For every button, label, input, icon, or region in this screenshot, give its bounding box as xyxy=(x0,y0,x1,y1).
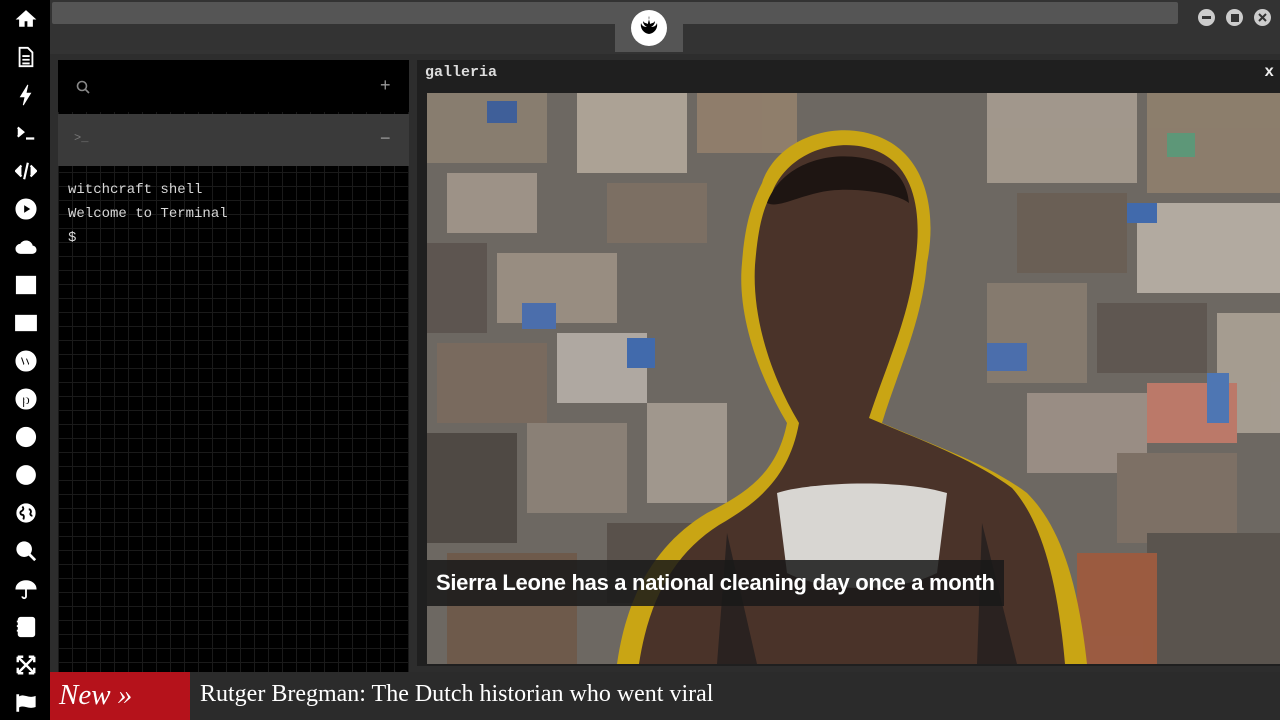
image-icon[interactable] xyxy=(13,272,39,298)
play-icon[interactable] xyxy=(13,196,39,222)
cloud-icon[interactable] xyxy=(13,234,39,260)
sidebar: W p xyxy=(0,0,50,720)
news-ticker: New » Rutger Bregman: The Dutch historia… xyxy=(50,672,1280,720)
document-icon[interactable] xyxy=(13,44,39,70)
news-headline[interactable]: Rutger Bregman: The Dutch historian who … xyxy=(200,672,713,720)
news-icon[interactable] xyxy=(13,310,39,336)
search-icon[interactable] xyxy=(13,538,39,564)
gallery-close-button[interactable]: x xyxy=(1264,63,1274,81)
gallery-title: galleria xyxy=(425,64,498,81)
flag-icon[interactable] xyxy=(13,690,39,716)
terminal-output[interactable]: witchcraft shell Welcome to Terminal $ xyxy=(68,178,228,250)
bolt-icon[interactable] xyxy=(13,82,39,108)
code-icon[interactable] xyxy=(13,158,39,184)
terminal-panel: + >_ − witchcraft shell Welcome to Termi… xyxy=(58,60,409,672)
globe-icon[interactable] xyxy=(13,500,39,526)
aperture-icon[interactable] xyxy=(13,424,39,450)
search-icon[interactable] xyxy=(76,80,90,94)
terminal-prompt: $ xyxy=(68,230,77,246)
umbrella-icon[interactable] xyxy=(13,576,39,602)
contacts-icon[interactable] xyxy=(13,614,39,640)
add-terminal-button[interactable]: + xyxy=(380,75,391,96)
close-window-button[interactable] xyxy=(1254,9,1271,26)
pinterest-icon[interactable]: p xyxy=(13,386,39,412)
window-top-bar xyxy=(50,0,1280,54)
address-bar[interactable] xyxy=(52,2,1178,24)
svg-text:W: W xyxy=(20,355,33,369)
svg-text:p: p xyxy=(22,393,30,408)
terminal-line: Welcome to Terminal xyxy=(68,206,228,222)
minimize-button[interactable] xyxy=(1198,9,1215,26)
maximize-button[interactable] xyxy=(1226,9,1243,26)
home-icon[interactable] xyxy=(13,6,39,32)
terminal-icon[interactable] xyxy=(13,120,39,146)
photo-caption: Sierra Leone has a national cleaning day… xyxy=(427,560,1004,606)
gallery-photo[interactable]: Sierra Leone has a national cleaning day… xyxy=(427,93,1280,664)
gallery-window: galleria x Sierra Leone has a national c… xyxy=(417,60,1280,666)
collapse-terminal-button[interactable]: − xyxy=(380,128,391,149)
wordpress-icon[interactable]: W xyxy=(13,348,39,374)
terminal-session-tab[interactable]: >_ − xyxy=(58,114,409,166)
terminal-search-bar[interactable]: + xyxy=(58,60,409,112)
expand-icon[interactable] xyxy=(13,652,39,678)
terminal-line: witchcraft shell xyxy=(68,182,203,198)
rebel-alliance-icon[interactable] xyxy=(631,10,667,46)
terminal-prompt-icon: >_ xyxy=(74,131,89,145)
atom-icon[interactable] xyxy=(13,462,39,488)
news-badge[interactable]: New » xyxy=(50,672,190,720)
